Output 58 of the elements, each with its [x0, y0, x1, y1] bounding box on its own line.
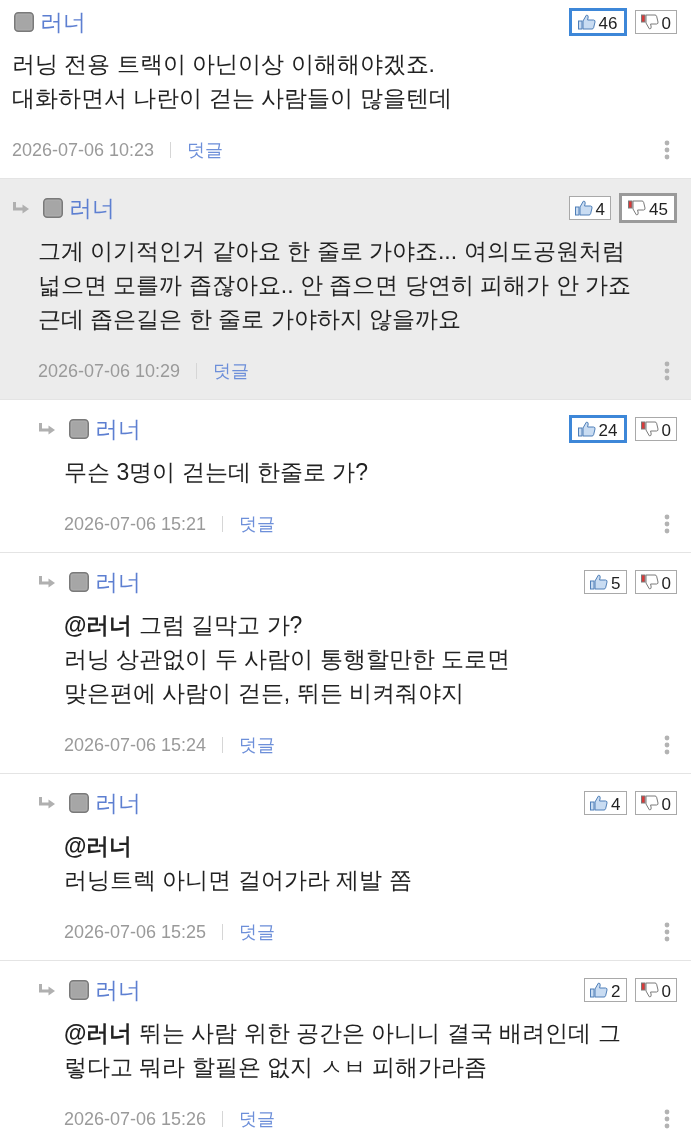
avatar-icon — [69, 980, 89, 1000]
thumbs-down-icon — [640, 574, 659, 590]
comment-date: 2026-07-06 15:25 — [64, 921, 207, 943]
more-options-icon[interactable] — [664, 1109, 670, 1129]
dislike-button[interactable]: 0 — [634, 417, 677, 441]
dislike-button[interactable]: 0 — [634, 10, 677, 34]
dislike-button[interactable]: 0 — [634, 978, 677, 1002]
thumbs-up-icon — [577, 421, 596, 437]
more-options-icon[interactable] — [664, 140, 670, 160]
author-name[interactable]: 러너 — [95, 415, 141, 443]
dislike-button[interactable]: 0 — [634, 791, 677, 815]
comment-text: 그게 이기적인거 같아요 한 줄로 가야죠... 여의도공원처럼 넓으면 모를까 좁잖아요.. 안 좁으면 당연히 피해가 안 가죠 근데 좁은길은 한 줄로 가야하지 않을까요 — [38, 237, 632, 334]
thumbs-up-icon — [574, 200, 593, 216]
comment-text: @러너 뛰는 사람 위한 공간은 아니니 결국 배려인데 그 렇다고 뭐라 할필욘 없지 ㅅㅂ 피해가라좀 — [64, 1019, 622, 1082]
author-name[interactable]: 러너 — [40, 8, 86, 36]
avatar-icon — [69, 572, 89, 592]
thumbs-up-icon — [590, 982, 609, 998]
reply-arrow-icon — [38, 422, 56, 436]
like-button[interactable]: 2 — [584, 978, 627, 1002]
thumbs-down-icon — [640, 795, 659, 811]
reply-arrow-icon — [38, 983, 56, 997]
author-name[interactable]: 러너 — [95, 976, 141, 1004]
avatar-icon — [69, 793, 89, 813]
dislike-button[interactable]: 45 — [619, 193, 677, 223]
avatar-icon — [43, 198, 63, 218]
comment-date: 2026-07-06 10:23 — [12, 139, 155, 161]
comment-text: 러닝 전용 트랙이 아닌이상 이해해야겠죠. 대화하면서 나란이 걷는 사람들이 많을텐데 — [12, 50, 453, 113]
comment-text: @러너 그럼 길막고 가? 러닝 상관없이 두 사람이 통행할만한 도로면 맞은편에 사람이 걷든, 뛰든 비켜줘야지 — [64, 611, 511, 708]
thumbs-up-icon — [590, 574, 609, 590]
comment-date: 2026-07-06 15:21 — [64, 513, 207, 535]
author-name[interactable]: 러너 — [95, 789, 141, 817]
like-button[interactable]: 4 — [584, 791, 627, 815]
more-options-icon[interactable] — [664, 735, 670, 755]
thumbs-down-icon — [640, 421, 659, 437]
reply-arrow-icon — [38, 575, 56, 589]
more-options-icon[interactable] — [664, 514, 670, 534]
reply-arrow-icon — [12, 201, 30, 215]
comment-date: 2026-07-06 15:24 — [64, 734, 207, 756]
thumbs-down-icon — [640, 982, 659, 998]
thumbs-up-icon — [590, 795, 609, 811]
comment-text: @러너 러닝트렉 아니면 걸어가라 제발 쫌 — [64, 832, 413, 895]
like-button[interactable]: 5 — [584, 570, 627, 594]
more-options-icon[interactable] — [664, 922, 670, 942]
like-button[interactable]: 4 — [568, 196, 612, 220]
comment-date: 2026-07-06 15:26 — [64, 1108, 207, 1130]
thumbs-down-icon — [628, 200, 647, 216]
thumbs-down-icon — [640, 14, 659, 30]
reply-arrow-icon — [38, 796, 56, 810]
thumbs-up-icon — [577, 14, 596, 30]
like-button[interactable]: 46 — [568, 8, 627, 36]
dislike-button[interactable]: 0 — [634, 570, 677, 594]
avatar-icon — [69, 419, 89, 439]
comment-text: 무슨 3명이 걷는데 한줄로 가? — [64, 458, 370, 487]
author-name[interactable]: 러너 — [95, 568, 141, 596]
comment-date: 2026-07-06 10:29 — [38, 360, 181, 382]
like-button[interactable]: 24 — [568, 415, 627, 443]
more-options-icon[interactable] — [664, 361, 670, 381]
avatar-icon — [14, 12, 34, 32]
